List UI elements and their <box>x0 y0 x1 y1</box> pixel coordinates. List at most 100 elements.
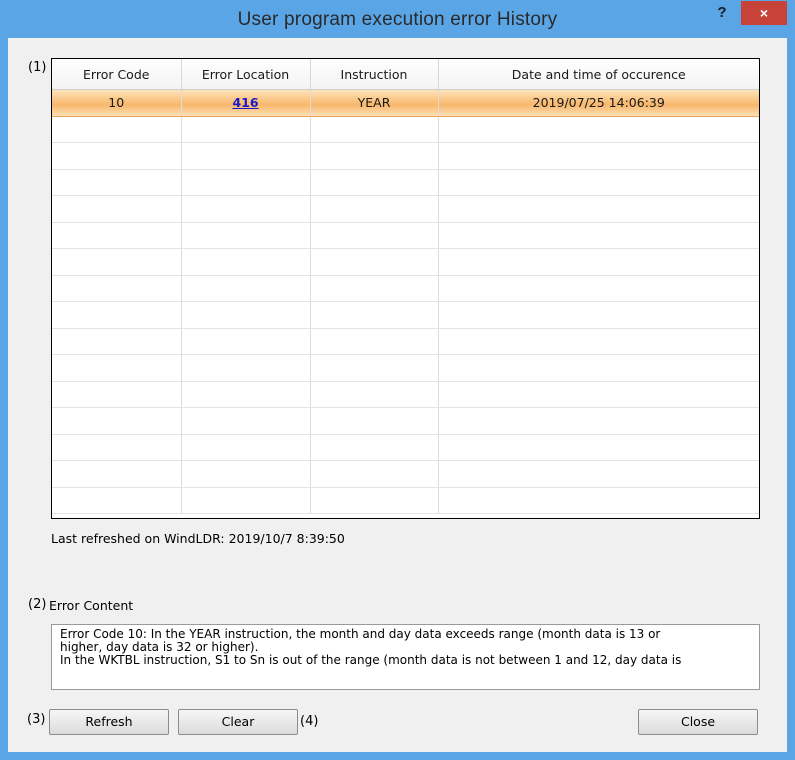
table-row[interactable] <box>52 354 759 382</box>
column-header-instruction[interactable]: Instruction <box>310 59 439 90</box>
table-cell <box>438 354 759 382</box>
table-cell <box>181 275 311 302</box>
table-cell <box>310 460 439 488</box>
table-row[interactable] <box>52 301 759 329</box>
table-cell <box>181 328 311 355</box>
title-bar: User program execution error History ? × <box>0 0 795 38</box>
table-cell <box>52 354 182 382</box>
table-cell <box>181 142 311 170</box>
table-cell <box>438 275 759 302</box>
table-row[interactable] <box>52 487 759 514</box>
table-cell <box>52 142 182 170</box>
table-cell <box>438 248 759 276</box>
callout-1: (1) <box>28 60 47 75</box>
table-row-selected[interactable]: 10 416 YEAR 2019/07/25 14:06:39 <box>52 89 759 117</box>
table-cell <box>438 301 759 329</box>
column-header-error-location[interactable]: Error Location <box>181 59 311 90</box>
table-cell <box>181 195 311 223</box>
table-row[interactable] <box>52 248 759 276</box>
dialog-title: User program execution error History <box>237 9 558 30</box>
table-cell <box>181 460 311 488</box>
table-cell <box>310 381 439 408</box>
table-cell <box>310 169 439 196</box>
table-cell <box>52 301 182 329</box>
table-row[interactable] <box>52 195 759 223</box>
error-history-grid[interactable]: Error Code Error Location Instruction Da… <box>51 58 760 519</box>
table-cell <box>438 487 759 514</box>
error-content-line: In the WKTBL instruction, S1 to Sn is ou… <box>60 653 682 667</box>
table-row[interactable] <box>52 275 759 302</box>
callout-4: (4) <box>300 714 319 729</box>
table-cell <box>181 248 311 276</box>
last-refreshed-text: Last refreshed on WindLDR: 2019/10/7 8:3… <box>51 531 345 546</box>
table-cell <box>52 195 182 223</box>
table-cell <box>310 248 439 276</box>
table-cell <box>52 116 182 143</box>
table-cell <box>181 169 311 196</box>
cell-error-code: 10 <box>52 89 182 117</box>
table-cell <box>438 142 759 170</box>
table-cell <box>52 275 182 302</box>
clear-button[interactable]: Clear <box>178 709 298 735</box>
error-history-table: Error Code Error Location Instruction Da… <box>52 59 759 514</box>
table-cell <box>310 407 439 435</box>
error-content-box[interactable]: Error Code 10: In the YEAR instruction, … <box>51 624 760 690</box>
cell-datetime: 2019/07/25 14:06:39 <box>438 89 759 117</box>
error-location-link[interactable]: 416 <box>232 95 258 110</box>
table-cell <box>438 460 759 488</box>
close-button[interactable]: Close <box>638 709 758 735</box>
close-window-button[interactable]: × <box>741 1 787 25</box>
table-cell <box>310 301 439 329</box>
table-cell <box>181 354 311 382</box>
help-button[interactable]: ? <box>708 2 736 24</box>
table-cell <box>310 195 439 223</box>
table-row[interactable] <box>52 222 759 249</box>
table-cell <box>181 116 311 143</box>
table-cell <box>310 434 439 461</box>
table-cell <box>438 195 759 223</box>
table-cell <box>52 434 182 461</box>
callout-2: (2) <box>28 597 47 612</box>
table-cell <box>438 407 759 435</box>
table-cell <box>52 460 182 488</box>
table-row[interactable] <box>52 434 759 461</box>
table-row[interactable] <box>52 407 759 435</box>
table-cell <box>181 381 311 408</box>
table-cell <box>310 354 439 382</box>
table-cell <box>310 116 439 143</box>
table-row[interactable] <box>52 116 759 143</box>
table-cell <box>181 487 311 514</box>
table-row[interactable] <box>52 169 759 196</box>
table-cell <box>181 407 311 435</box>
table-cell <box>181 301 311 329</box>
dialog-window: User program execution error History ? ×… <box>0 0 795 760</box>
table-cell <box>52 248 182 276</box>
refresh-button[interactable]: Refresh <box>49 709 169 735</box>
table-cell <box>52 407 182 435</box>
table-cell <box>438 434 759 461</box>
table-cell <box>52 169 182 196</box>
table-header-row: Error Code Error Location Instruction Da… <box>52 59 759 90</box>
table-row[interactable] <box>52 328 759 355</box>
table-cell <box>310 328 439 355</box>
cell-instruction: YEAR <box>310 89 439 117</box>
table-cell <box>438 381 759 408</box>
table-row[interactable] <box>52 142 759 170</box>
column-header-date-time[interactable]: Date and time of occurence <box>438 59 759 90</box>
table-cell <box>52 487 182 514</box>
table-cell <box>438 328 759 355</box>
table-cell <box>310 222 439 249</box>
table-cell <box>181 434 311 461</box>
table-cell <box>310 142 439 170</box>
callout-3: (3) <box>27 712 46 727</box>
table-cell <box>310 275 439 302</box>
column-header-error-code[interactable]: Error Code <box>52 59 182 90</box>
table-cell <box>52 381 182 408</box>
table-row[interactable] <box>52 381 759 408</box>
table-cell <box>310 487 439 514</box>
table-cell <box>438 116 759 143</box>
table-cell <box>52 222 182 249</box>
table-cell <box>52 328 182 355</box>
table-cell <box>181 222 311 249</box>
table-row[interactable] <box>52 460 759 488</box>
